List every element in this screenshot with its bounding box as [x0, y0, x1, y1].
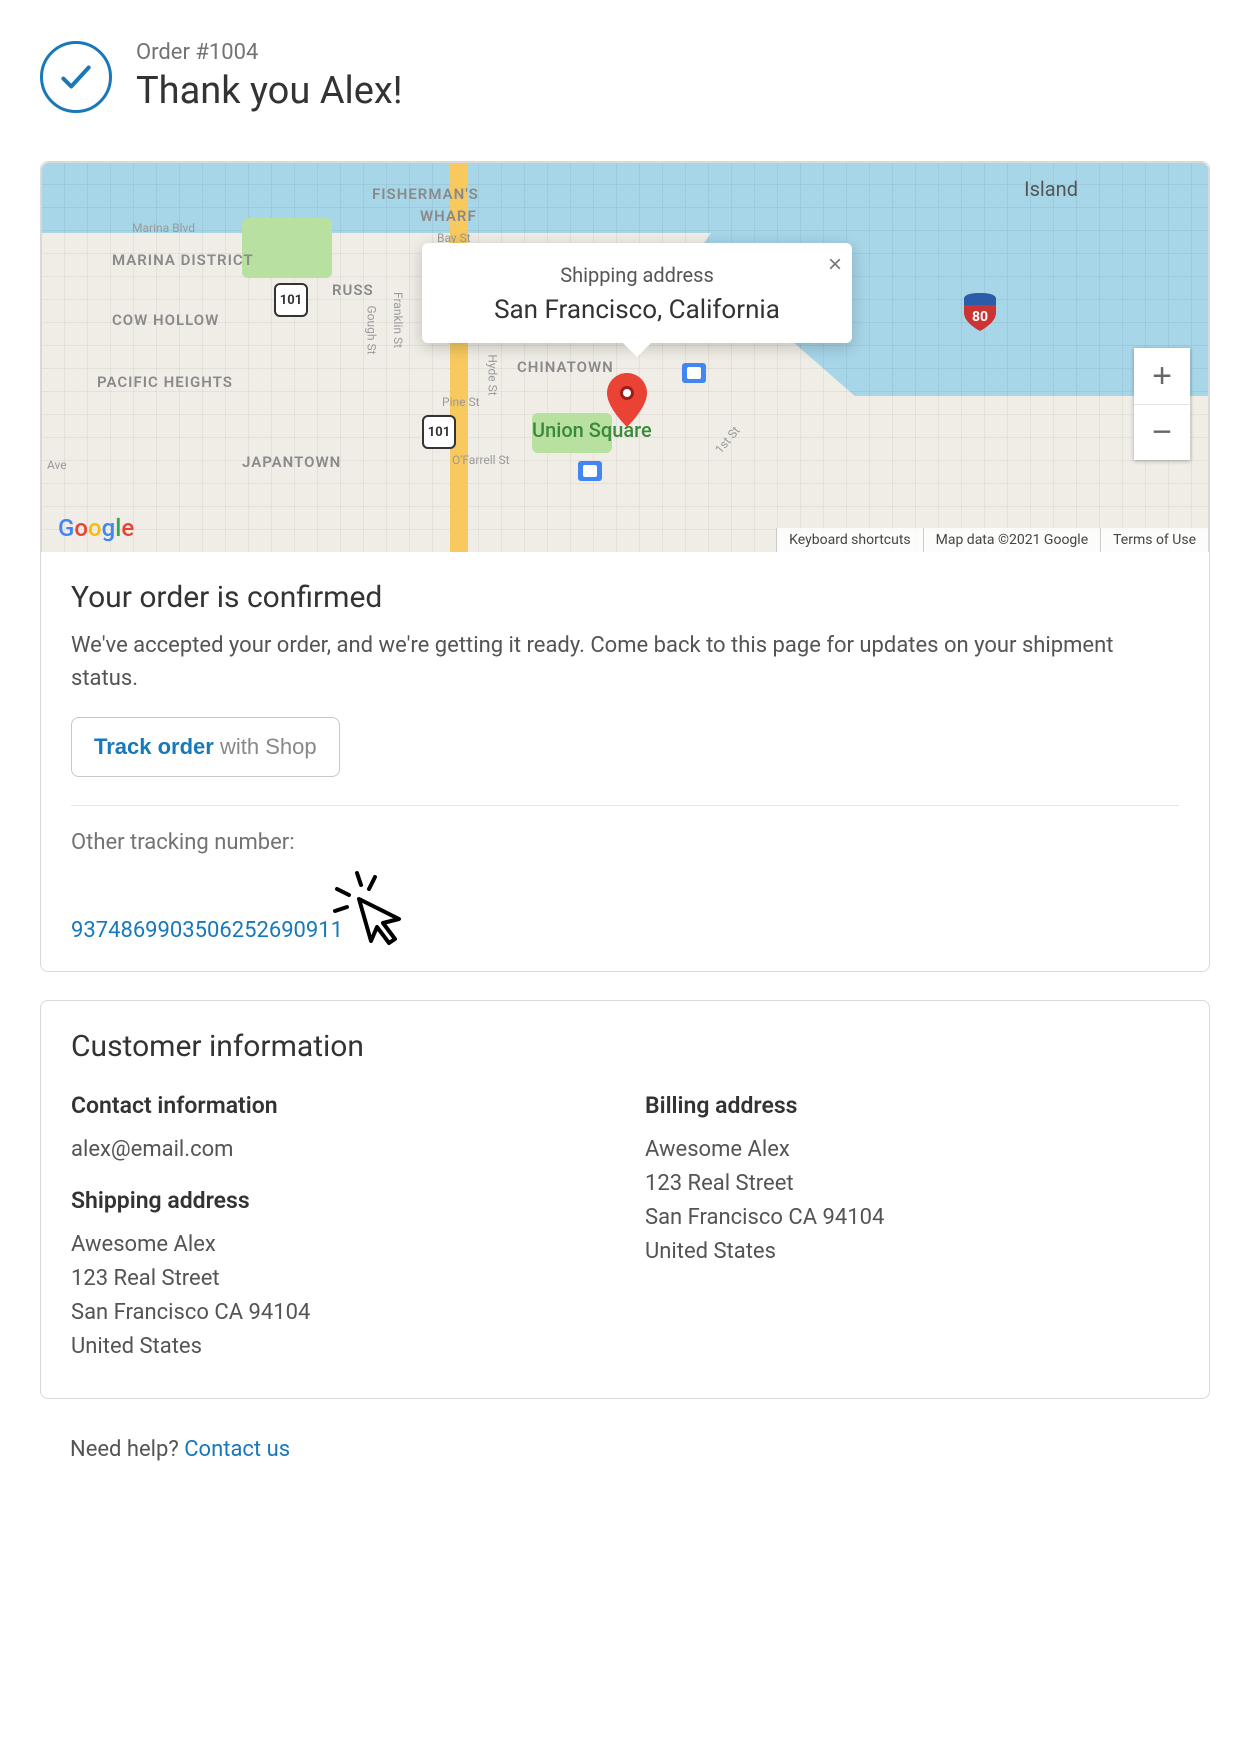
- shipping-country: United States: [71, 1330, 605, 1364]
- track-order-button[interactable]: Track order with Shop: [71, 717, 340, 777]
- map-data-text: Map data ©2021 Google: [923, 528, 1101, 552]
- divider: [71, 805, 1179, 806]
- tracking-number-link[interactable]: 9374869903506252690911: [71, 918, 343, 943]
- google-logo: Google: [58, 514, 134, 542]
- map-label: Gough St: [365, 305, 379, 354]
- customer-info-title: Customer information: [71, 1029, 1179, 1064]
- route-shield-icon: 101: [422, 415, 456, 449]
- shipping-city: San Francisco CA 94104: [71, 1296, 605, 1330]
- map[interactable]: FISHERMAN'S WHARF Marina Blvd MARINA DIS…: [41, 162, 1209, 552]
- customer-info-card: Customer information Contact information…: [40, 1000, 1210, 1399]
- map-address-popup: × Shipping address San Francisco, Califo…: [422, 243, 852, 343]
- map-label: CHINATOWN: [517, 358, 614, 376]
- contact-info-heading: Contact information: [71, 1092, 605, 1119]
- map-label: FISHERMAN'S: [372, 185, 479, 203]
- zoom-out-button[interactable]: −: [1134, 404, 1190, 460]
- order-header: Order #1004 Thank you Alex!: [40, 40, 1210, 113]
- map-pin-icon: [607, 373, 647, 427]
- contact-email: alex@email.com: [71, 1133, 605, 1167]
- map-attribution: Keyboard shortcuts Map data ©2021 Google…: [776, 528, 1208, 552]
- svg-text:80: 80: [972, 309, 988, 325]
- billing-country: United States: [645, 1235, 1179, 1269]
- cursor-click-icon: [329, 869, 407, 947]
- confirm-text: We've accepted your order, and we're get…: [71, 629, 1179, 695]
- popup-title: Shipping address: [440, 263, 834, 287]
- shipping-address-heading: Shipping address: [71, 1187, 605, 1214]
- map-label: WHARF: [420, 207, 477, 225]
- shipping-street: 123 Real Street: [71, 1262, 605, 1296]
- map-zoom-control: + −: [1134, 348, 1190, 460]
- terms-link[interactable]: Terms of Use: [1100, 528, 1208, 552]
- map-label: Hyde St: [486, 354, 500, 395]
- map-label: O'Farrell St: [452, 453, 510, 467]
- confirm-title: Your order is confirmed: [71, 580, 1179, 615]
- map-label: Island: [1024, 177, 1078, 201]
- keyboard-shortcuts-link[interactable]: Keyboard shortcuts: [776, 528, 922, 552]
- map-label: COW HOLLOW: [112, 311, 219, 329]
- help-line: Need help? Contact us: [40, 1427, 1210, 1472]
- success-check-icon: [40, 41, 112, 113]
- order-confirm-card: FISHERMAN'S WHARF Marina Blvd MARINA DIS…: [40, 161, 1210, 972]
- map-label: PACIFIC HEIGHTS: [97, 373, 233, 391]
- close-icon[interactable]: ×: [828, 251, 842, 279]
- transit-icon: [578, 461, 602, 481]
- shipping-name: Awesome Alex: [71, 1228, 605, 1262]
- map-label: Ave: [47, 458, 67, 472]
- thank-you-heading: Thank you Alex!: [136, 69, 403, 113]
- transit-icon: [682, 363, 706, 383]
- billing-name: Awesome Alex: [645, 1133, 1179, 1167]
- map-label: Franklin St: [391, 292, 405, 348]
- map-label: JAPANTOWN: [242, 453, 341, 471]
- billing-address-heading: Billing address: [645, 1092, 1179, 1119]
- popup-location: San Francisco, California: [440, 295, 834, 325]
- billing-city: San Francisco CA 94104: [645, 1201, 1179, 1235]
- tracking-label: Other tracking number:: [71, 830, 1179, 855]
- map-label: Pine St: [442, 395, 480, 409]
- zoom-in-button[interactable]: +: [1134, 348, 1190, 404]
- map-label: RUSS: [332, 281, 374, 299]
- map-label: MARINA DISTRICT: [112, 251, 254, 269]
- map-label: Marina Blvd: [132, 221, 195, 235]
- interstate-shield-icon: 80: [962, 293, 998, 331]
- order-number: Order #1004: [136, 40, 403, 65]
- route-shield-icon: 101: [274, 283, 308, 317]
- billing-street: 123 Real Street: [645, 1167, 1179, 1201]
- contact-us-link[interactable]: Contact us: [184, 1437, 290, 1462]
